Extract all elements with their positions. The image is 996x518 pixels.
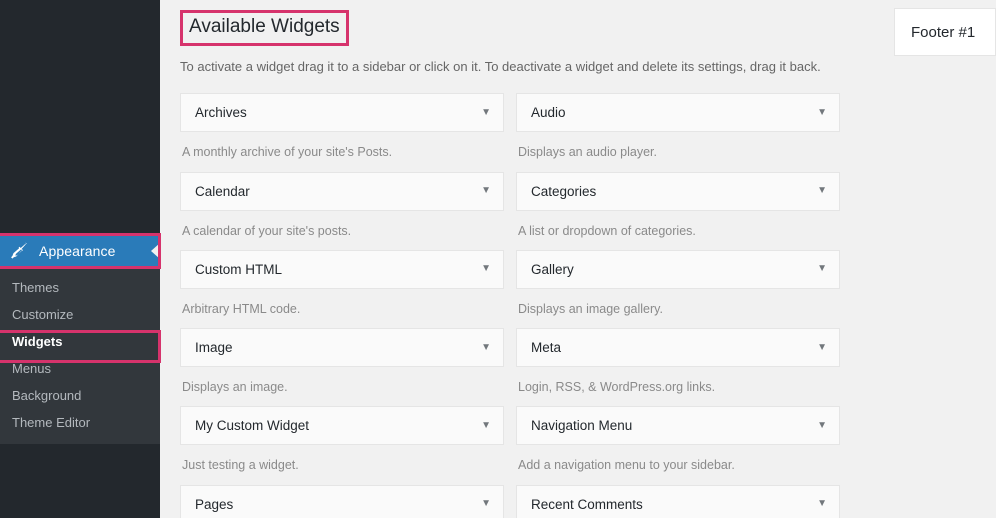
- widget-block: Pages ▼: [180, 484, 504, 518]
- widget-title: My Custom Widget: [195, 418, 310, 434]
- widget-title: Categories: [531, 183, 597, 199]
- chevron-down-icon[interactable]: ▼: [817, 420, 827, 431]
- widget-description: A calendar of your site's posts.: [182, 223, 352, 238]
- widget-card-recent-comments[interactable]: Recent Comments ▼: [516, 484, 840, 518]
- chevron-down-icon[interactable]: ▼: [481, 499, 491, 509]
- chevron-down-icon[interactable]: ▼: [481, 107, 491, 118]
- left-arrow-icon: [151, 243, 160, 259]
- sidebar-item-themes-label: Themes: [12, 280, 59, 295]
- widget-description: Login, RSS, & WordPress.org links.: [518, 380, 716, 394]
- widget-card-my-custom-widget[interactable]: My Custom Widget ▼: [180, 406, 504, 446]
- widget-block: Custom HTML ▼ Arbitrary HTML code.: [180, 249, 504, 317]
- chevron-down-icon[interactable]: ▼: [481, 342, 491, 353]
- widget-title: Gallery: [531, 261, 574, 277]
- sidebar-top-spacer: [0, 0, 160, 234]
- widget-description: Displays an image gallery.: [518, 301, 663, 316]
- widget-card-audio[interactable]: Audio ▼: [516, 93, 840, 133]
- widget-card-pages[interactable]: Pages ▼: [180, 484, 504, 518]
- widget-title: Image: [195, 340, 233, 355]
- sidebar-item-appearance-label: Appearance: [39, 243, 116, 259]
- widget-card-navigation-menu[interactable]: Navigation Menu ▼: [516, 406, 840, 446]
- sidebar-box-footer-1[interactable]: Footer #1: [894, 8, 996, 56]
- appearance-submenu: Themes Customize Widgets Menus Backgroun…: [0, 268, 160, 444]
- sidebar-box-title: Footer #1: [911, 23, 976, 41]
- paintbrush-icon: [10, 241, 29, 261]
- widget-description: Displays an audio player.: [518, 145, 657, 160]
- chevron-down-icon[interactable]: ▼: [817, 499, 827, 509]
- widget-description: Arbitrary HTML code.: [182, 301, 301, 316]
- widget-title: Meta: [531, 340, 562, 355]
- chevron-down-icon[interactable]: ▼: [817, 107, 827, 118]
- wp-admin-widgets-screen: Appearance Themes Customize Widgets Menu…: [0, 0, 996, 518]
- widget-description: A monthly archive of your site's Posts.: [182, 145, 393, 160]
- chevron-down-icon[interactable]: ▼: [481, 186, 491, 196]
- page-title: Available Widgets: [180, 10, 349, 46]
- page-description: To activate a widget drag it to a sideba…: [180, 58, 821, 74]
- chevron-down-icon[interactable]: ▼: [817, 342, 827, 353]
- sidebar-item-menus[interactable]: Menus: [0, 355, 160, 382]
- widget-card-archives[interactable]: Archives ▼: [180, 93, 504, 133]
- sidebar-item-widgets-label: Widgets: [12, 334, 63, 349]
- widget-block: Gallery ▼ Displays an image gallery.: [516, 249, 840, 317]
- chevron-down-icon[interactable]: ▼: [817, 186, 827, 196]
- widget-card-custom-html[interactable]: Custom HTML ▼: [180, 249, 504, 289]
- sidebar-item-background[interactable]: Background: [0, 382, 160, 409]
- widget-title: Navigation Menu: [531, 418, 633, 434]
- widget-description: Just testing a widget.: [182, 458, 299, 473]
- widget-block: Navigation Menu ▼ Add a navigation menu …: [516, 406, 840, 473]
- admin-sidebar: Appearance Themes Customize Widgets Menu…: [0, 0, 161, 518]
- widget-card-image[interactable]: Image ▼: [180, 328, 504, 367]
- chevron-down-icon[interactable]: ▼: [481, 420, 491, 431]
- widget-title: Calendar: [195, 183, 250, 199]
- widget-description: Displays an image.: [182, 380, 288, 394]
- widget-title: Custom HTML: [195, 261, 283, 277]
- sidebar-item-widgets[interactable]: Widgets: [0, 328, 160, 355]
- widget-title: Recent Comments: [531, 496, 643, 512]
- widget-block: Categories ▼ A list or dropdown of categ…: [516, 171, 840, 239]
- sidebar-item-theme-editor-label: Theme Editor: [12, 415, 91, 430]
- widget-description: Add a navigation menu to your sidebar.: [518, 458, 735, 473]
- widget-title: Pages: [195, 496, 234, 512]
- widget-block: My Custom Widget ▼ Just testing a widget…: [180, 406, 504, 473]
- chevron-down-icon[interactable]: ▼: [817, 264, 827, 274]
- sidebar-item-customize[interactable]: Customize: [0, 301, 160, 328]
- available-widgets-grid: Archives ▼ A monthly archive of your sit…: [180, 82, 840, 518]
- widget-description: A list or dropdown of categories.: [518, 223, 696, 238]
- widget-card-calendar[interactable]: Calendar ▼: [180, 171, 504, 211]
- widget-block: Meta ▼ Login, RSS, & WordPress.org links…: [516, 328, 840, 395]
- widget-card-meta[interactable]: Meta ▼: [516, 328, 840, 367]
- sidebar-item-customize-label: Customize: [12, 307, 74, 322]
- widget-card-gallery[interactable]: Gallery ▼: [516, 249, 840, 289]
- chevron-down-icon[interactable]: ▼: [481, 264, 491, 274]
- theme-sidebars-panel: Footer #1: [880, 0, 996, 56]
- widget-title: Archives: [195, 105, 247, 121]
- main-content: Available Widgets To activate a widget d…: [160, 0, 996, 518]
- sidebar-item-menus-label: Menus: [12, 361, 52, 376]
- widget-block: Archives ▼ A monthly archive of your sit…: [180, 93, 504, 160]
- widgets-column-left: Archives ▼ A monthly archive of your sit…: [180, 82, 504, 518]
- widget-block: Recent Comments ▼: [516, 484, 840, 518]
- widget-card-categories[interactable]: Categories ▼: [516, 171, 840, 211]
- sidebar-item-themes[interactable]: Themes: [0, 274, 160, 301]
- sidebar-item-appearance[interactable]: Appearance: [0, 234, 160, 268]
- sidebar-item-background-label: Background: [12, 388, 82, 403]
- widget-title: Audio: [531, 105, 566, 121]
- sidebar-item-theme-editor[interactable]: Theme Editor: [0, 409, 160, 436]
- widget-block: Image ▼ Displays an image.: [180, 328, 504, 395]
- widget-block: Audio ▼ Displays an audio player.: [516, 93, 840, 160]
- widget-block: Calendar ▼ A calendar of your site's pos…: [180, 171, 504, 239]
- widgets-column-right: Audio ▼ Displays an audio player. Catego…: [516, 82, 840, 518]
